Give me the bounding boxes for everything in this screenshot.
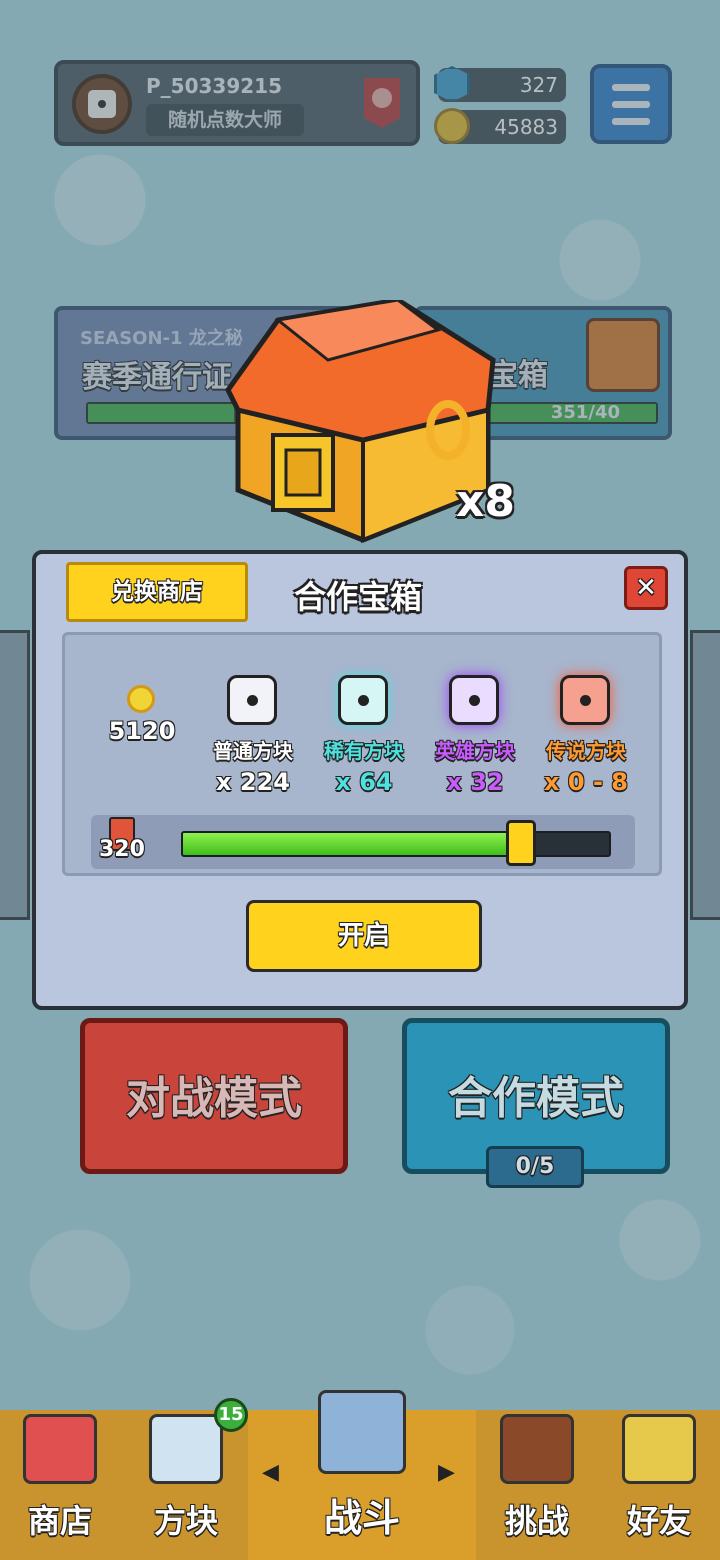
dice-icon [338,675,388,725]
slider-fill [183,833,520,855]
battle-mode-button[interactable]: 对战模式 [80,1018,348,1174]
shop-icon [23,1414,97,1484]
dice-icon [560,675,610,725]
exchange-shop-button[interactable]: 兑换商店 [66,562,248,622]
nav-item-dice[interactable]: 方块 [124,1410,248,1560]
close-icon[interactable]: ✕ [624,566,668,610]
nav-label: 挑战 [504,1502,569,1540]
reward-legendary-dice: 传说方块 x 0 - 8 [531,671,641,796]
bottom-nav: 商店 方块 战斗 挑战 好友 [0,1390,720,1560]
nav-item-friends[interactable]: 好友 [598,1410,720,1560]
reward-count: x 32 [446,768,504,796]
nav-item-challenge[interactable]: 挑战 [476,1410,598,1560]
nav-item-battle[interactable]: 战斗 [248,1390,476,1560]
reward-label: 普通方块 [213,739,293,763]
chest-count-slider: 320 [91,815,635,869]
dice-notification-badge: 15 [214,1398,248,1432]
nav-left-arrow-icon[interactable]: ◀ [262,1460,279,1485]
nav-right-arrow-icon[interactable]: ▶ [438,1460,455,1485]
nav-label: 好友 [626,1502,691,1540]
shield-sword-icon [318,1390,406,1474]
dice-box-icon [149,1414,223,1484]
chest-multiplier: x8 [456,476,515,527]
modal-title: 合作宝箱 [294,578,423,616]
nav-label: 战斗 [323,1496,400,1540]
reward-common-dice: 普通方块 x 224 [198,671,308,796]
reward-hero-dice: 英雄方块 x 32 [420,671,530,796]
slider-handle[interactable] [505,820,536,866]
friend-icon [622,1414,696,1484]
reward-label: 稀有方块 [324,739,404,763]
rewards-panel: 5120 普通方块 x 224 稀有方块 x 64 英雄方块 x 32 传说方块… [62,632,662,876]
nav-label: 方块 [153,1502,218,1540]
reward-count: x 0 - 8 [544,768,628,796]
reward-coins: 5120 [87,671,197,745]
reward-label: 传说方块 [546,739,626,763]
coin-icon [127,685,155,713]
open-button[interactable]: 开启 [246,900,482,972]
reward-count: x 224 [216,768,290,796]
reward-count: x 64 [335,768,393,796]
dice-icon [449,675,499,725]
nav-label: 商店 [27,1502,92,1540]
coop-count-badge: 0/5 [486,1146,584,1188]
dice-icon [227,675,277,725]
reward-rare-dice: 稀有方块 x 64 [309,671,419,796]
nav-item-shop[interactable]: 商店 [0,1410,120,1560]
coop-chest-modal: 兑换商店 合作宝箱 ✕ 5120 普通方块 x 224 稀有方块 x 64 英雄… [32,550,688,1010]
cards-count: 320 [99,837,145,862]
reward-label: 英雄方块 [435,739,515,763]
slider-track[interactable] [181,831,611,857]
signpost-icon [500,1414,574,1484]
